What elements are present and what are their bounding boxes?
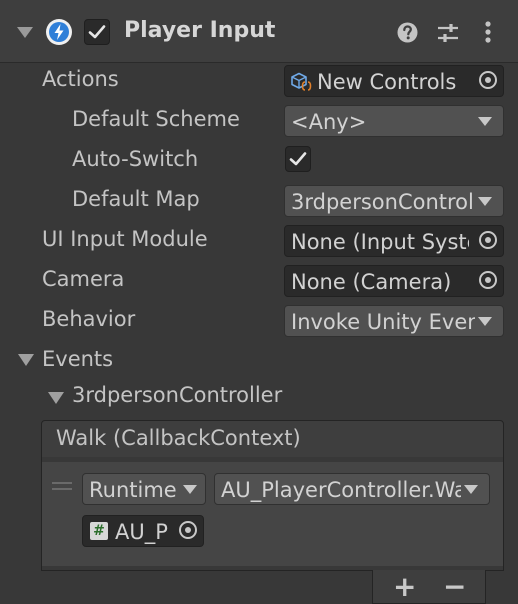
input-actions-asset-icon [290, 72, 312, 96]
events-label[interactable]: Events [42, 347, 113, 371]
listener-object-value: AU_PlayerController [115, 520, 169, 544]
actions-asset-field[interactable]: New Controls [284, 65, 504, 97]
preset-settings-icon[interactable] [436, 21, 460, 50]
behavior-value: Invoke Unity Events [291, 310, 475, 334]
default-map-value: 3rdpersonControl [291, 190, 474, 214]
more-options-icon[interactable] [478, 20, 498, 49]
actions-label: Actions [42, 67, 119, 91]
component-enabled-checkbox[interactable] [84, 19, 110, 45]
dropdown-arrow-icon [478, 197, 492, 206]
runtime-mode-dropdown[interactable]: Runtime Only [82, 473, 206, 505]
checkmark-icon [289, 152, 307, 166]
drag-handle-icon[interactable] [52, 482, 72, 490]
camera-field[interactable]: None (Camera) [284, 265, 504, 297]
auto-switch-label: Auto-Switch [72, 147, 199, 171]
ui-input-module-field[interactable]: None (Input System UI Input Module) [284, 225, 504, 257]
dropdown-arrow-icon [478, 317, 492, 326]
remove-listener-button[interactable]: − [443, 570, 466, 603]
add-listener-button[interactable]: + [393, 570, 416, 603]
script-icon: # [90, 522, 108, 540]
ui-input-module-value: None (Input System UI Input Module) [291, 230, 469, 254]
events-foldout-arrow-icon[interactable] [18, 354, 34, 366]
event-title: Walk (CallbackContext) [56, 426, 301, 450]
default-scheme-value: <Any> [291, 110, 367, 134]
object-picker-icon[interactable] [179, 521, 197, 539]
object-picker-icon[interactable] [479, 231, 497, 249]
behavior-dropdown[interactable]: Invoke Unity Events [284, 305, 504, 337]
ui-input-module-label: UI Input Module [42, 227, 208, 251]
foldout-arrow-icon[interactable] [17, 27, 33, 38]
listener-object-field[interactable]: # AU_PlayerController [82, 515, 204, 547]
object-picker-icon[interactable] [479, 271, 497, 289]
camera-label: Camera [42, 267, 125, 291]
map-foldout-arrow-icon[interactable] [48, 392, 64, 404]
default-scheme-label: Default Scheme [72, 107, 240, 131]
action-map-label[interactable]: 3rdpersonController [72, 383, 282, 407]
default-map-label: Default Map [72, 187, 200, 211]
dropdown-arrow-icon [478, 117, 492, 126]
behavior-label: Behavior [42, 307, 136, 331]
actions-asset-value: New Controls [317, 70, 457, 94]
help-icon[interactable] [397, 22, 418, 48]
default-scheme-dropdown[interactable]: <Any> [284, 105, 504, 137]
player-input-icon [46, 19, 72, 45]
add-remove-footer [372, 570, 486, 604]
camera-value: None (Camera) [291, 270, 452, 294]
function-dropdown[interactable]: AU_PlayerController.Walk [214, 473, 490, 505]
checkmark-icon [88, 25, 106, 39]
object-picker-icon[interactable] [479, 71, 497, 89]
dropdown-arrow-icon [183, 485, 197, 494]
component-title: Player Input [124, 18, 276, 43]
auto-switch-checkbox[interactable] [285, 146, 311, 172]
default-map-dropdown[interactable]: 3rdpersonControl [284, 185, 504, 217]
runtime-mode-value: Runtime Only [89, 478, 177, 502]
function-value: AU_PlayerController.Walk [221, 478, 461, 502]
dropdown-arrow-icon [464, 485, 478, 494]
